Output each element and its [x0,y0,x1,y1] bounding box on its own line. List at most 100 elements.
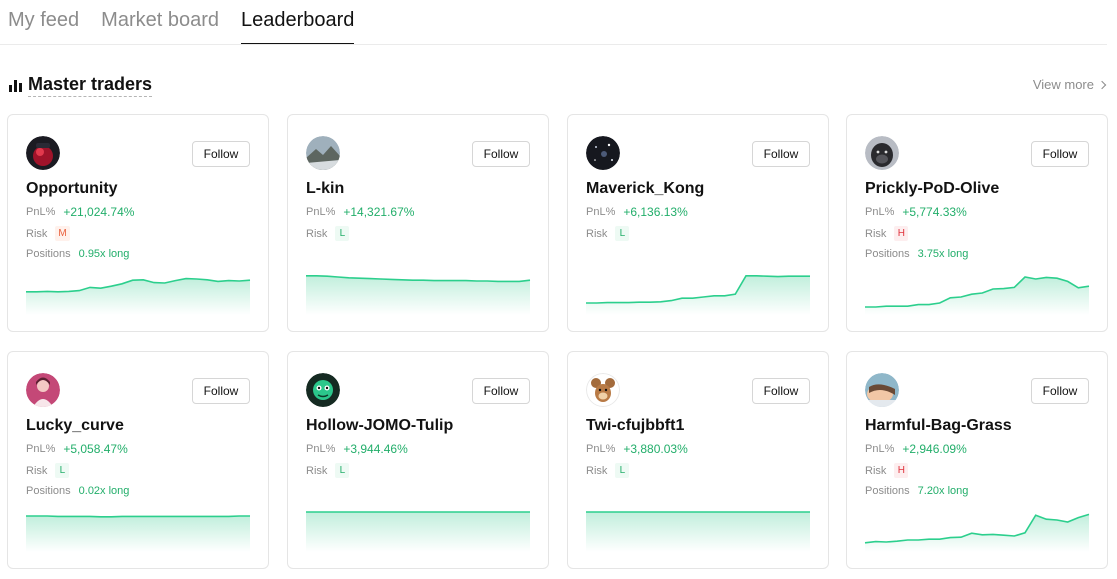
tab-bar: My feed Market board Leaderboard [8,0,355,45]
pnl-value: +21,024.74% [63,205,135,219]
pnl-sparkline [306,511,530,552]
pnl-row: PnL% +3,944.46% [306,442,408,456]
pnl-label: PnL% [586,443,616,455]
trader-name[interactable]: Hollow-JOMO-Tulip [306,417,453,435]
follow-button[interactable]: Follow [192,141,250,167]
follow-button[interactable]: Follow [472,378,530,404]
risk-row: Risk L [306,226,350,241]
follow-button[interactable]: Follow [752,141,810,167]
trader-card[interactable]: Follow Harmful-Bag-Grass PnL% +2,946.09% Ris… [846,351,1108,569]
positions-row: Positions 0.95x long [26,248,129,260]
risk-badge: L [615,463,630,478]
pnl-value: +14,321.67% [343,205,415,219]
sparkline-area [26,516,250,552]
pnl-sparkline [26,515,250,552]
view-more-link[interactable]: View more [1032,77,1107,92]
cartoon-mouse-avatar[interactable] [586,373,620,407]
pnl-sparkline [586,511,810,552]
red-hooded-character-avatar[interactable] [26,136,60,170]
risk-label: Risk [865,464,887,477]
sparkline-area [306,512,530,552]
pnl-label: PnL% [865,206,895,218]
positions-row: Positions 3.75x long [865,248,968,260]
follow-button[interactable]: Follow [1031,141,1089,167]
follow-button[interactable]: Follow [1031,378,1089,404]
risk-label: Risk [865,227,887,240]
pnl-label: PnL% [306,443,336,455]
risk-badge: H [894,463,909,478]
follow-button[interactable]: Follow [192,378,250,404]
trader-name[interactable]: Prickly-PoD-Olive [865,180,999,198]
sparkline-area [26,278,250,315]
tab-leaderboard[interactable]: Leaderboard [241,0,355,45]
tab-my-feed[interactable]: My feed [8,0,79,45]
tab-market-board[interactable]: Market board [101,0,219,45]
landscape-photo-avatar[interactable] [306,136,340,170]
pink-portrait-avatar[interactable] [26,373,60,407]
risk-label: Risk [586,464,608,477]
pnl-label: PnL% [26,443,56,455]
trader-name[interactable]: Lucky_curve [26,417,124,435]
risk-row: Risk H [865,226,909,241]
sparkline-area [586,275,810,315]
trader-card[interactable]: Follow Maverick_Kong PnL% +6,136.13% Risk L [567,114,829,332]
trader-card[interactable]: Follow Lucky_curve PnL% +5,058.47% Risk L Posi… [7,351,269,569]
pnl-value: +3,880.03% [623,442,688,456]
positions-value: 0.02x long [78,485,130,497]
gorilla-avatar[interactable] [865,136,899,170]
trader-card[interactable]: Follow Hollow-JOMO-Tulip PnL% +3,944.46% Ris… [287,351,549,569]
trader-card[interactable]: Follow Prickly-PoD-Olive PnL% +5,774.33% Ris… [846,114,1108,332]
sleeping-person-avatar[interactable] [865,373,899,407]
pnl-row: PnL% +6,136.13% [586,205,688,219]
pnl-sparkline [306,275,531,315]
risk-badge: L [335,226,350,241]
risk-row: Risk L [306,463,350,478]
follow-button[interactable]: Follow [752,378,810,404]
risk-badge: L [335,463,350,478]
risk-row: Risk L [586,463,630,478]
pnl-label: PnL% [865,443,895,455]
trader-card[interactable]: Follow L-kin PnL% +14,321.67% Risk L [287,114,549,332]
risk-row: Risk L [586,226,630,241]
pnl-row: PnL% +14,321.67% [306,205,414,219]
trader-name[interactable]: Harmful-Bag-Grass [865,417,1012,435]
risk-badge: L [55,463,70,478]
trader-card[interactable]: Follow Opportunity PnL% +21,024.74% Risk M Pos… [7,114,269,332]
risk-badge: H [894,226,909,241]
galaxy-avatar[interactable] [586,136,620,170]
follow-button[interactable]: Follow [472,141,530,167]
trader-name[interactable]: Maverick_Kong [586,180,704,198]
risk-label: Risk [586,227,608,240]
pnl-row: PnL% +21,024.74% [26,205,134,219]
positions-value: 0.95x long [78,248,130,260]
pnl-label: PnL% [306,206,336,218]
pnl-label: PnL% [586,206,616,218]
risk-label: Risk [26,227,48,240]
trader-name[interactable]: Twi-cfujbbft1 [586,417,684,435]
pnl-row: PnL% +5,058.47% [26,442,128,456]
sparkline-area [586,512,810,552]
pnl-sparkline [586,275,810,315]
risk-row: Risk H [865,463,909,478]
chevron-right-icon [1097,80,1107,90]
positions-row: Positions 7.20x long [865,485,968,497]
pnl-row: PnL% +3,880.03% [586,442,688,456]
trader-name[interactable]: L-kin [306,180,344,198]
pnl-row: PnL% +5,774.33% [865,205,967,219]
positions-label: Positions [26,248,71,260]
trader-name[interactable]: Opportunity [26,180,118,198]
pnl-value: +5,058.47% [63,442,128,456]
risk-label: Risk [306,464,328,477]
trader-card[interactable]: Follow Twi-cfujbbft1 PnL% +3,880.03% Risk L [567,351,829,569]
pnl-sparkline [26,277,251,315]
section-title[interactable]: Master traders [28,74,153,97]
pnl-sparkline [864,513,1090,552]
bar-chart-icon [9,79,22,92]
positions-label: Positions [865,248,910,260]
pnl-value: +2,946.09% [902,442,967,456]
neon-face-avatar[interactable] [306,373,340,407]
tabs-divider [0,44,1107,45]
pnl-value: +5,774.33% [902,205,967,219]
risk-badge: M [55,226,70,241]
view-more-label: View more [1032,77,1094,92]
